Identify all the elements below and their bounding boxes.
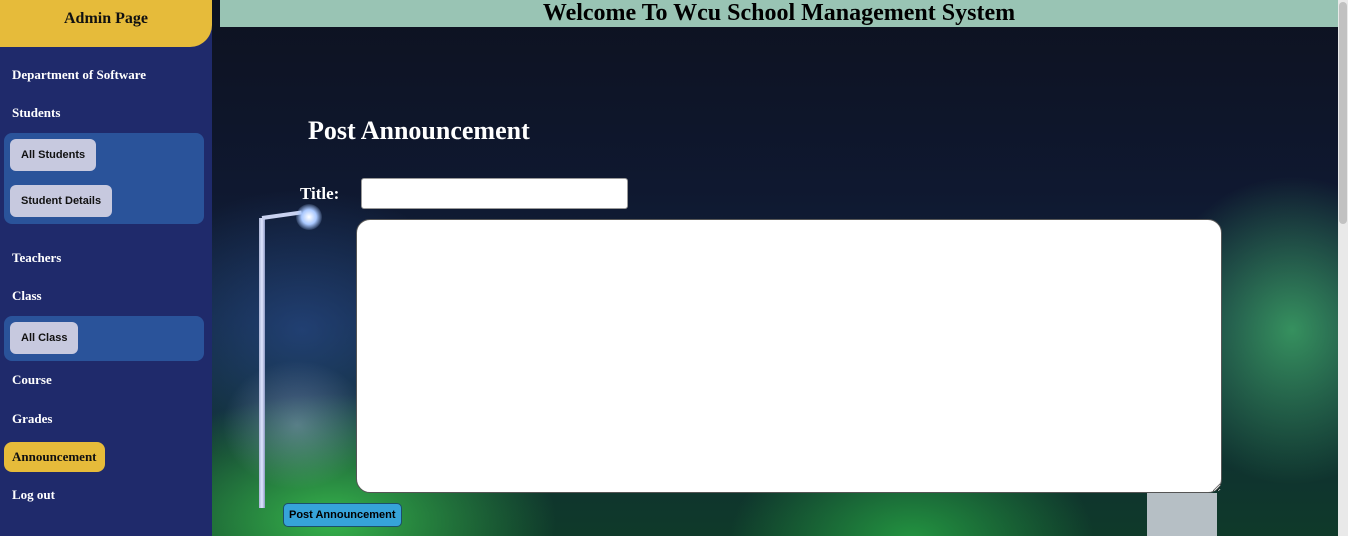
sidebar-header: Admin Page (0, 0, 212, 47)
class-submenu: All Class (4, 316, 204, 361)
nav-teachers[interactable]: Teachers (12, 250, 61, 266)
all-students-button[interactable]: All Students (10, 139, 97, 171)
page-title: Welcome To Wcu School Management System (542, 0, 1016, 26)
title-label: Title: (300, 184, 340, 203)
nav-logout[interactable]: Log out (12, 487, 55, 503)
all-class-button[interactable]: All Class (10, 322, 79, 354)
nav-students[interactable]: Students (12, 105, 60, 121)
scrollbar-thumb[interactable] (1339, 2, 1347, 224)
lamp-light-image (296, 204, 322, 230)
students-submenu: All Students Student Details (4, 133, 204, 224)
nav-announcement[interactable]: Announcement (4, 442, 105, 472)
nav-grades[interactable]: Grades (12, 411, 52, 427)
nav-course[interactable]: Course (12, 372, 52, 388)
student-details-button[interactable]: Student Details (10, 185, 113, 217)
background-scenery (222, 360, 372, 490)
nav-department[interactable]: Department of Software (12, 67, 146, 83)
post-announcement-button[interactable]: Post Announcement (283, 503, 402, 527)
form-heading: Post Announcement (308, 116, 530, 145)
title-input[interactable] (361, 178, 628, 209)
page-scrollbar[interactable] (1338, 0, 1348, 536)
building-image (1147, 493, 1217, 536)
main-content: Welcome To Wcu School Management System … (212, 0, 1348, 536)
sidebar: Admin Page Department of Software Studen… (0, 0, 212, 536)
header-bar: Welcome To Wcu School Management System (220, 0, 1338, 27)
announcement-body-textarea[interactable] (356, 219, 1222, 493)
nav-class[interactable]: Class (12, 288, 42, 304)
sidebar-title: Admin Page (64, 10, 148, 27)
lamp-post-image (259, 218, 265, 508)
